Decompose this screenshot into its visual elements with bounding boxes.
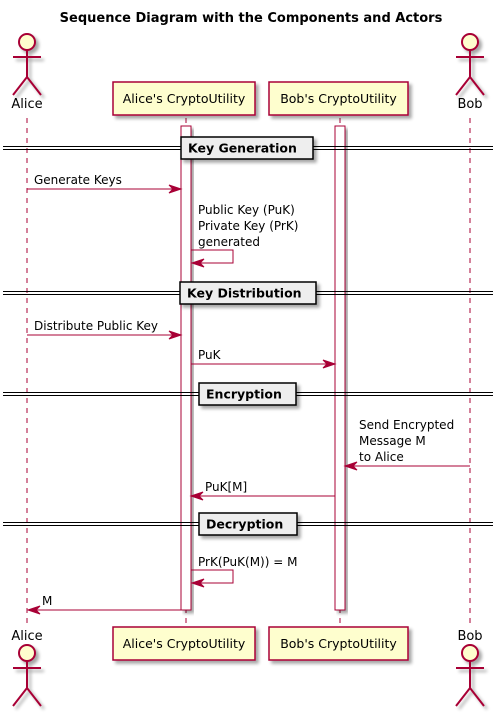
actor-name: Alice xyxy=(11,97,42,112)
participant-bob-s-cryptoutility: Bob's CryptoUtility xyxy=(268,81,409,116)
actor-alice: Alice xyxy=(11,33,43,112)
diagram-title: Sequence Diagram with the Components and… xyxy=(60,11,443,26)
actor-name: Alice xyxy=(11,629,42,644)
divider-encryption: Encryption xyxy=(3,382,493,406)
actor-name: Bob xyxy=(457,97,482,112)
participant-alice-s-cryptoutility: Alice's CryptoUtility xyxy=(112,626,256,661)
message-label: to Alice xyxy=(359,450,404,464)
message-label: Distribute Public Key xyxy=(34,319,158,333)
actor-icon xyxy=(455,644,485,707)
participant-label: Bob's CryptoUtility xyxy=(280,91,397,106)
participant-label: Alice's CryptoUtility xyxy=(123,91,246,106)
message-2: Public Key (PuK) Private Key (PrK) generat… xyxy=(190,203,298,268)
actor-alice: Alice xyxy=(11,629,43,707)
message-label: PrK(PuK(M)) = M xyxy=(198,555,297,569)
actor-leg xyxy=(455,687,471,707)
message-8: M xyxy=(26,594,181,615)
actor-icon xyxy=(12,33,42,96)
activation-bar-alice-cu xyxy=(180,125,192,611)
sequence-diagram: Sequence Diagram with the Components and… xyxy=(3,11,493,707)
message-label: M xyxy=(42,594,52,608)
actor-head xyxy=(461,644,479,662)
actor-leg xyxy=(26,76,42,96)
message-label: Private Key (PrK) xyxy=(198,219,298,233)
message-label: PuK xyxy=(198,348,222,362)
divider-key-distribution: Key Distribution xyxy=(3,281,493,305)
message-label: Send Encrypted xyxy=(359,418,454,432)
message-label: PuK[M] xyxy=(205,480,247,494)
actor-head xyxy=(18,33,36,51)
participant-label: Bob's CryptoUtility xyxy=(280,636,397,651)
divider-label: Encryption xyxy=(206,387,282,402)
actor-leg xyxy=(455,76,471,96)
actor-leg xyxy=(26,687,42,707)
actor-leg xyxy=(12,76,28,96)
actor-leg xyxy=(469,687,485,707)
participant-alice-s-cryptoutility: Alice's CryptoUtility xyxy=(112,81,256,116)
divider-decryption: Decryption xyxy=(3,512,493,536)
message-label: Generate Keys xyxy=(34,173,122,187)
message-7: PrK(PuK(M)) = M xyxy=(190,555,297,588)
activation-bar-bob-cu xyxy=(334,125,346,611)
divider-label: Key Generation xyxy=(188,141,297,156)
message-4: PuK xyxy=(191,348,337,369)
actor-head xyxy=(461,33,479,51)
actor-icon xyxy=(455,33,485,96)
actor-head xyxy=(18,644,36,662)
message-1: Generate Keys xyxy=(27,173,183,194)
divider-key-generation: Key Generation xyxy=(3,136,493,160)
participant-label: Alice's CryptoUtility xyxy=(123,636,246,651)
message-3: Distribute Public Key xyxy=(27,319,183,340)
actor-bob: Bob xyxy=(455,33,485,112)
actor-leg xyxy=(469,76,485,96)
divider-label: Key Distribution xyxy=(187,286,302,301)
actor-name: Bob xyxy=(457,629,482,644)
message-label: Public Key (PuK) xyxy=(198,203,295,217)
message-5: Send Encrypted Message M to Alice xyxy=(343,418,470,471)
message-label: Message M xyxy=(359,434,426,448)
participant-bob-s-cryptoutility: Bob's CryptoUtility xyxy=(268,626,409,661)
divider-label: Decryption xyxy=(206,517,283,532)
actor-leg xyxy=(12,687,28,707)
message-6: PuK[M] xyxy=(189,480,335,501)
actor-bob: Bob xyxy=(455,629,485,707)
message-label: generated xyxy=(198,235,260,249)
actor-icon xyxy=(12,644,42,707)
